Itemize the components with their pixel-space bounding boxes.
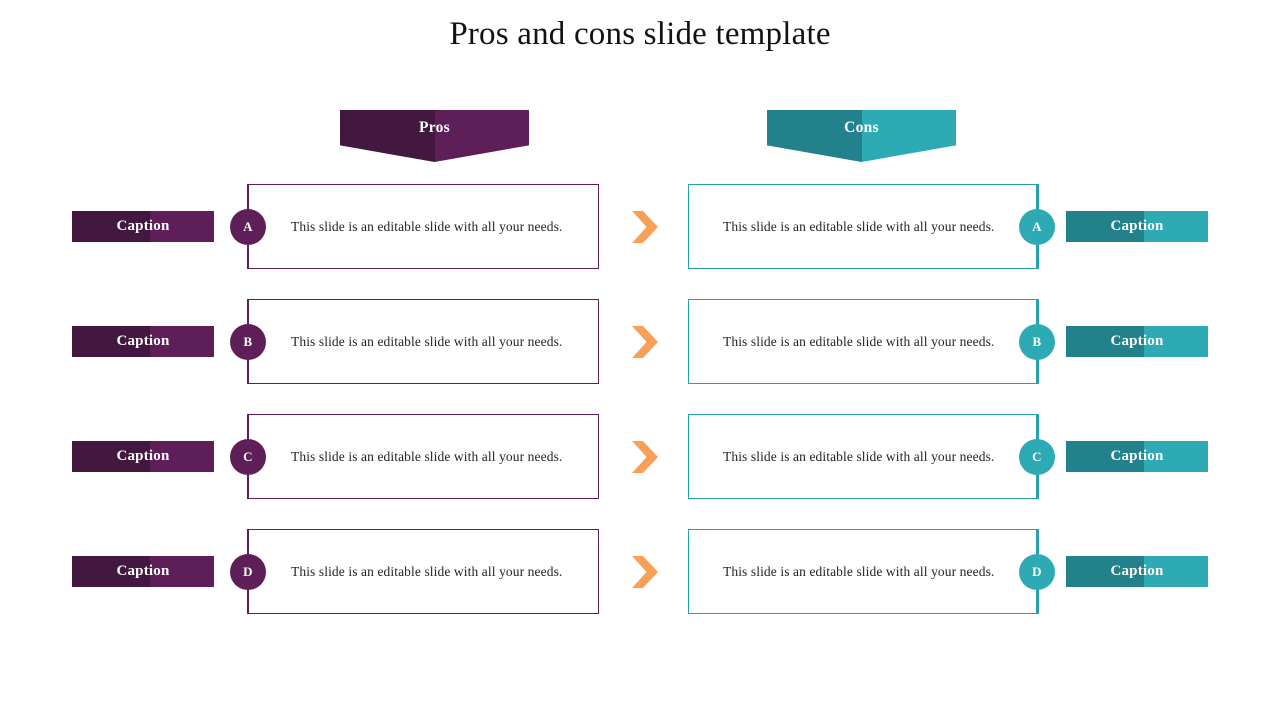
comparison-row: Caption This slide is an editable slide … bbox=[0, 184, 1280, 270]
pros-badge[interactable]: A bbox=[230, 208, 266, 245]
chevron-right-icon bbox=[632, 441, 658, 473]
pros-text-box[interactable]: This slide is an editable slide with all… bbox=[248, 184, 599, 269]
pros-badge-group: C bbox=[229, 414, 267, 499]
chevron-right-icon bbox=[632, 326, 658, 358]
pros-badge-group: D bbox=[229, 529, 267, 614]
connector-line-top bbox=[247, 529, 249, 555]
cons-caption-pill[interactable]: Caption bbox=[1066, 556, 1208, 587]
pros-text-box[interactable]: This slide is an editable slide with all… bbox=[248, 299, 599, 384]
connector-line-bottom bbox=[247, 243, 249, 269]
cons-badge-group: C bbox=[1018, 414, 1056, 499]
pros-text-box[interactable]: This slide is an editable slide with all… bbox=[248, 414, 599, 499]
caption-label: Caption bbox=[116, 218, 170, 234]
cons-header-banner[interactable]: Cons bbox=[767, 110, 956, 162]
connector-line-bottom bbox=[247, 473, 249, 499]
chevron-right-icon bbox=[632, 556, 658, 588]
caption-label: Caption bbox=[1110, 448, 1164, 464]
pros-body-text: This slide is an editable slide with all… bbox=[291, 334, 563, 349]
pros-badge-group: B bbox=[229, 299, 267, 384]
cons-body-text: This slide is an editable slide with all… bbox=[723, 449, 995, 464]
caption-label: Caption bbox=[1110, 333, 1164, 349]
cons-badge[interactable]: D bbox=[1019, 553, 1055, 590]
cons-badge-group: A bbox=[1018, 184, 1056, 269]
connector-line-top bbox=[1036, 184, 1038, 210]
connector-line-bottom bbox=[1036, 243, 1038, 269]
connector-line-top bbox=[1036, 529, 1038, 555]
caption-label: Caption bbox=[116, 563, 170, 579]
connector-line-top bbox=[247, 299, 249, 325]
cons-text-box[interactable]: This slide is an editable slide with all… bbox=[688, 184, 1039, 269]
pros-caption-pill[interactable]: Caption bbox=[72, 326, 214, 357]
connector-line-bottom bbox=[247, 358, 249, 384]
pros-badge[interactable]: B bbox=[230, 323, 266, 360]
comparison-row: Caption This slide is an editable slide … bbox=[0, 529, 1280, 615]
pros-body-text: This slide is an editable slide with all… bbox=[291, 564, 563, 579]
pros-body-text: This slide is an editable slide with all… bbox=[291, 219, 563, 234]
cons-body-text: This slide is an editable slide with all… bbox=[723, 219, 995, 234]
cons-body-text: This slide is an editable slide with all… bbox=[723, 564, 995, 579]
pros-badge-group: A bbox=[229, 184, 267, 269]
pros-badge[interactable]: C bbox=[230, 438, 266, 475]
connector-line-bottom bbox=[247, 588, 249, 614]
cons-body-text: This slide is an editable slide with all… bbox=[723, 334, 995, 349]
chevron-right-icon bbox=[632, 211, 658, 243]
cons-badge[interactable]: A bbox=[1019, 208, 1055, 245]
connector-line-top bbox=[247, 184, 249, 210]
connector-line-bottom bbox=[1036, 358, 1038, 384]
connector-line-bottom bbox=[1036, 473, 1038, 499]
pros-caption-pill[interactable]: Caption bbox=[72, 556, 214, 587]
pros-header-banner[interactable]: Pros bbox=[340, 110, 529, 162]
cons-caption-pill[interactable]: Caption bbox=[1066, 326, 1208, 357]
caption-label: Caption bbox=[116, 448, 170, 464]
pros-caption-pill[interactable]: Caption bbox=[72, 441, 214, 472]
cons-text-box[interactable]: This slide is an editable slide with all… bbox=[688, 299, 1039, 384]
caption-label: Caption bbox=[1110, 563, 1164, 579]
pros-body-text: This slide is an editable slide with all… bbox=[291, 449, 563, 464]
cons-badge-group: D bbox=[1018, 529, 1056, 614]
connector-line-top bbox=[247, 414, 249, 440]
cons-badge[interactable]: C bbox=[1019, 438, 1055, 475]
comparison-row: Caption This slide is an editable slide … bbox=[0, 299, 1280, 385]
pros-caption-pill[interactable]: Caption bbox=[72, 211, 214, 242]
cons-caption-pill[interactable]: Caption bbox=[1066, 211, 1208, 242]
comparison-row: Caption This slide is an editable slide … bbox=[0, 414, 1280, 500]
connector-line-bottom bbox=[1036, 588, 1038, 614]
connector-line-top bbox=[1036, 299, 1038, 325]
caption-label: Caption bbox=[116, 333, 170, 349]
cons-text-box[interactable]: This slide is an editable slide with all… bbox=[688, 414, 1039, 499]
cons-caption-pill[interactable]: Caption bbox=[1066, 441, 1208, 472]
caption-label: Caption bbox=[1110, 218, 1164, 234]
pros-badge[interactable]: D bbox=[230, 553, 266, 590]
cons-text-box[interactable]: This slide is an editable slide with all… bbox=[688, 529, 1039, 614]
cons-badge[interactable]: B bbox=[1019, 323, 1055, 360]
cons-header-label: Cons bbox=[844, 119, 879, 136]
pros-text-box[interactable]: This slide is an editable slide with all… bbox=[248, 529, 599, 614]
connector-line-top bbox=[1036, 414, 1038, 440]
cons-badge-group: B bbox=[1018, 299, 1056, 384]
page-title: Pros and cons slide template bbox=[449, 16, 831, 52]
pros-header-label: Pros bbox=[418, 119, 451, 136]
